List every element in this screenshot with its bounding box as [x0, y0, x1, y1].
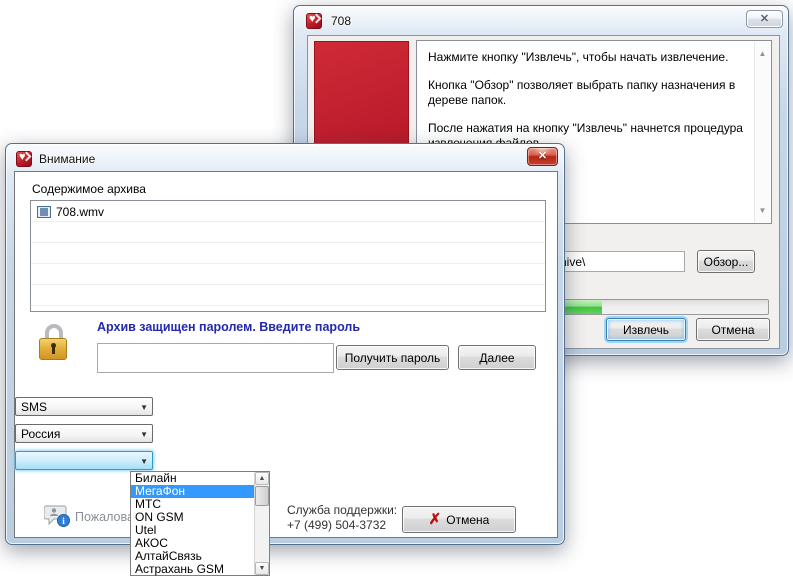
app-heart-icon [306, 12, 322, 29]
dialog-titlebar[interactable]: Внимание [6, 144, 564, 173]
extractor-window-title: 708 [331, 13, 352, 28]
operator-option[interactable]: Астрахань GSM [131, 563, 269, 576]
red-x-icon: ✗ [428, 510, 442, 528]
scroll-up-icon[interactable]: ▲ [255, 472, 269, 485]
app-heart-icon [16, 150, 32, 167]
chevron-down-icon: ▼ [140, 403, 148, 412]
dialog-cancel-button[interactable]: ✗ Отмена [402, 506, 516, 533]
scroll-down-icon[interactable]: ▼ [755, 203, 770, 218]
dialog-title: Внимание [39, 151, 96, 166]
delivery-method-value: SMS [21, 399, 48, 414]
close-icon[interactable]: ✕ [746, 10, 783, 28]
chevron-down-icon: ▼ [140, 430, 148, 439]
chevron-down-icon: ▼ [140, 457, 148, 466]
delivery-method-select[interactable]: SMS ▼ [15, 397, 153, 416]
support-label: Служба поддержки: [287, 503, 398, 517]
list-item-file[interactable]: 708.wmv [31, 201, 545, 219]
cancel-label: Отмена [446, 512, 490, 527]
video-file-icon [37, 206, 51, 218]
country-value: Россия [21, 426, 61, 441]
support-phone: +7 (499) 504-3732 [287, 518, 387, 532]
attention-dialog: Внимание ✕ Содержимое архива 708.wmv Арх… [5, 143, 565, 576]
dialog-client-area: Содержимое архива 708.wmv Архив защищен … [14, 171, 558, 576]
operator-select[interactable]: ▼ [15, 451, 153, 470]
scroll-down-icon[interactable]: ▼ [255, 562, 269, 575]
complain-icon: i [43, 504, 71, 531]
padlock-icon [39, 324, 69, 366]
file-name: 708.wmv [56, 205, 105, 219]
next-button[interactable]: Далее [458, 345, 536, 370]
scroll-up-icon[interactable]: ▲ [755, 46, 770, 61]
extract-button[interactable]: Извлечь [606, 318, 686, 341]
instruction-line: Кнопка "Обзор" позволяет выбрать папку н… [428, 78, 736, 107]
password-input[interactable] [97, 343, 334, 373]
support-block: Служба поддержки: +7 (499) 504-3732 [287, 503, 397, 533]
archive-contents-label: Содержимое архива [32, 182, 146, 196]
instruction-line: Нажмите кнопку "Извлечь", чтобы начать и… [428, 50, 729, 64]
operator-dropdown-list[interactable]: Билайн МегаФон МТС ON GSM Utel АКОС Алта… [130, 471, 270, 576]
close-icon[interactable]: ✕ [527, 147, 558, 166]
country-select[interactable]: Россия ▼ [15, 424, 153, 443]
get-password-button[interactable]: Получить пароль [336, 345, 449, 370]
archive-contents-list[interactable]: 708.wmv [30, 200, 546, 312]
scrollbar-thumb[interactable] [255, 486, 269, 506]
dropdown-scrollbar[interactable]: ▲ ▼ [254, 472, 269, 575]
password-prompt-text: Архив защищен паролем. Введите пароль [97, 320, 361, 334]
extractor-cancel-button[interactable]: Отмена [696, 318, 770, 341]
browse-button[interactable]: Обзор... [697, 250, 755, 273]
textbox-scrollbar[interactable]: ▲ ▼ [754, 42, 770, 222]
extractor-titlebar[interactable]: 708 [294, 6, 788, 35]
